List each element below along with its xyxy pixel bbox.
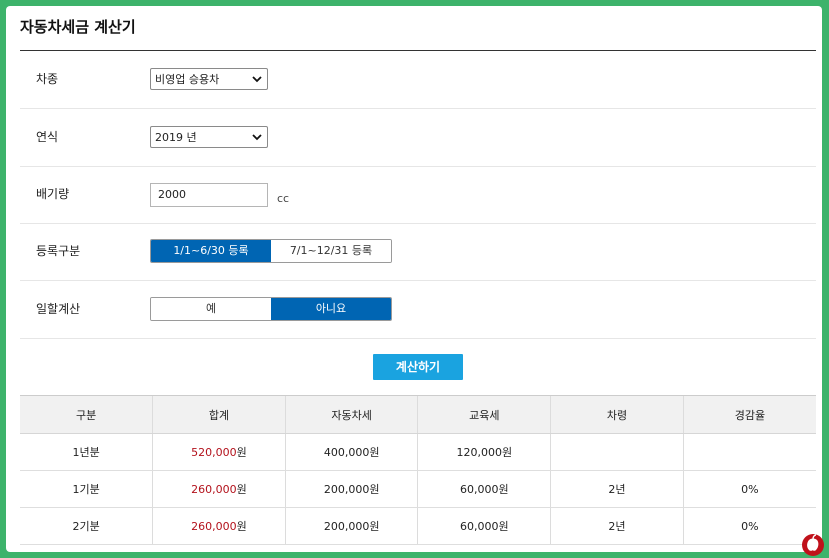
prorate-toggle: 예 아니요: [150, 297, 392, 321]
won-unit: 원: [236, 520, 247, 533]
calculate-button[interactable]: 계산하기: [373, 354, 463, 380]
column-header: 차령: [550, 395, 684, 434]
vehicle-type-value: 비영업 승용차: [155, 73, 220, 86]
column-header: 경감율: [682, 395, 816, 434]
prorate-yes-option[interactable]: 예: [151, 298, 271, 320]
vehicle-type-label: 차종: [36, 72, 59, 86]
prorate-label: 일할계산: [36, 302, 81, 316]
period-cell: 1년분: [20, 433, 153, 471]
vehicle-age-cell: 2년: [550, 507, 684, 545]
period-cell: 1기분: [20, 470, 153, 508]
model-year-value: 2019 년: [155, 131, 197, 144]
calculator-panel: 자동차세금 계산기 차종 비영업 승용차 연식 2019 년 배기량 2000 …: [6, 6, 822, 552]
registration-second-half-option[interactable]: 7/1~12/31 등록: [271, 240, 391, 262]
car-tax-cell: 200,000원: [284, 470, 418, 508]
total-amount: 260,000: [191, 520, 237, 533]
registration-row: 등록구분 1/1~6/30 등록 7/1~12/31 등록: [20, 223, 816, 281]
vehicle-type-select[interactable]: 비영업 승용차: [150, 68, 268, 90]
model-year-select[interactable]: 2019 년: [150, 126, 268, 148]
chevron-down-icon: [252, 134, 262, 141]
vehicle-age-cell: [550, 433, 684, 471]
page-title: 자동차세금 계산기: [20, 18, 136, 36]
apple-logo-icon: [802, 534, 824, 556]
total-cell: 260,000원: [152, 470, 286, 508]
education-tax-cell: 60,000원: [417, 470, 551, 508]
registration-toggle: 1/1~6/30 등록 7/1~12/31 등록: [150, 239, 392, 263]
table-row: 2기분 260,000원 200,000원 60,000원 2년 0%: [20, 507, 816, 545]
period-cell: 2기분: [20, 507, 153, 545]
won-unit: 원: [236, 446, 247, 459]
education-tax-cell: 120,000원: [417, 433, 551, 471]
reduction-rate-cell: 0%: [682, 470, 816, 508]
reduction-rate-cell: 0%: [682, 507, 816, 545]
column-header: 구분: [20, 395, 153, 434]
table-row: 1기분 260,000원 200,000원 60,000원 2년 0%: [20, 470, 816, 508]
column-header: 합계: [152, 395, 286, 434]
won-unit: 원: [236, 483, 247, 496]
total-cell: 520,000원: [152, 433, 286, 471]
vehicle-type-row: 차종 비영업 승용차: [20, 51, 816, 109]
chevron-down-icon: [252, 76, 262, 83]
total-amount: 520,000: [191, 446, 237, 459]
registration-label: 등록구분: [36, 244, 81, 258]
result-table: 구분 합계 자동차세 교육세 차령 경감율 1년분 520,000원 400,0…: [20, 395, 816, 545]
displacement-row: 배기량 2000 cc: [20, 166, 816, 224]
prorate-no-option[interactable]: 아니요: [271, 298, 391, 320]
car-tax-cell: 200,000원: [284, 507, 418, 545]
column-header: 교육세: [417, 395, 551, 434]
registration-first-half-option[interactable]: 1/1~6/30 등록: [151, 240, 271, 262]
model-year-row: 연식 2019 년: [20, 109, 816, 167]
displacement-unit: cc: [277, 192, 290, 205]
car-tax-cell: 400,000원: [284, 433, 418, 471]
table-row: 1년분 520,000원 400,000원 120,000원: [20, 433, 816, 471]
vehicle-age-cell: 2년: [550, 470, 684, 508]
prorate-row: 일할계산 예 아니요: [20, 281, 816, 339]
column-header: 자동차세: [284, 395, 418, 434]
result-table-header: 구분 합계 자동차세 교육세 차령 경감율: [20, 395, 816, 434]
displacement-label: 배기량: [36, 187, 70, 201]
model-year-label: 연식: [36, 130, 59, 144]
total-cell: 260,000원: [152, 507, 286, 545]
displacement-input[interactable]: 2000: [150, 183, 268, 207]
reduction-rate-cell: [682, 433, 816, 471]
education-tax-cell: 60,000원: [417, 507, 551, 545]
total-amount: 260,000: [191, 483, 237, 496]
